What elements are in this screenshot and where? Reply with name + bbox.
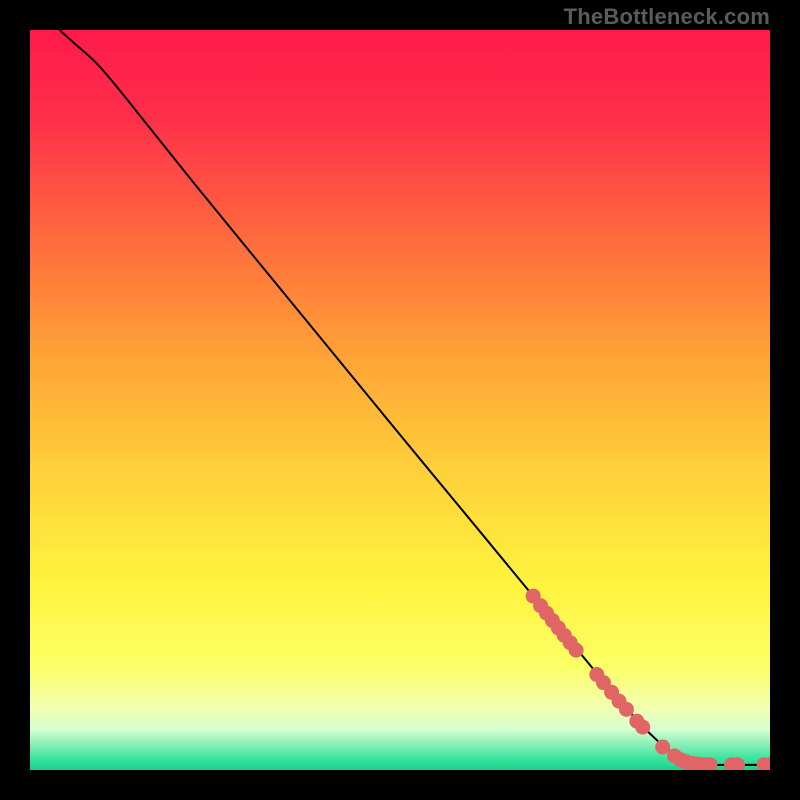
watermark-text: TheBottleneck.com: [564, 4, 770, 30]
data-point: [655, 740, 670, 755]
data-point: [569, 643, 584, 658]
chart-frame: TheBottleneck.com: [0, 0, 800, 800]
plot-area: [30, 30, 770, 770]
data-point: [635, 720, 650, 735]
chart-svg: [30, 30, 770, 770]
data-point: [619, 702, 634, 717]
gradient-background: [30, 30, 770, 770]
